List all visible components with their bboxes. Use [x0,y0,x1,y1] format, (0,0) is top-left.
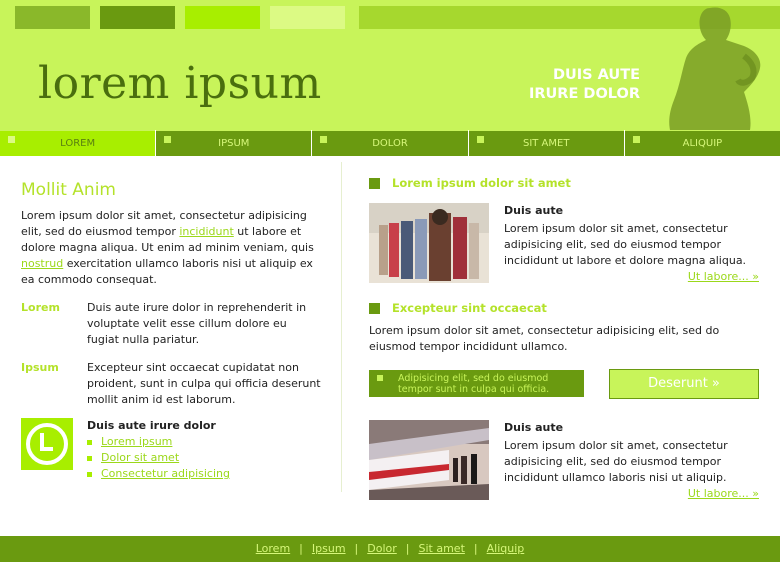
nav-item-lorem[interactable]: LOREM [0,130,156,156]
nav-label: SIT AMET [522,138,570,149]
color-swatch [270,6,345,29]
story-body: Lorem ipsum dolor sit amet, consectetur … [504,439,728,484]
text: exercitation ullamco laboris nisi ut ali… [21,257,313,286]
definition-term: Ipsum [21,361,59,374]
section-title: Mollit Anim [21,180,116,200]
definition-text: Excepteur sint occaecat cupidatat non pr… [87,361,321,406]
news-story: Duis aute Lorem ipsum dolor sit amet, co… [369,420,759,500]
section-title: Excepteur sint occaecat [392,301,547,315]
deserunt-button[interactable]: Deserunt » [609,369,759,399]
right-column: Lorem ipsum dolor sit amet Duis aute Lor… [369,175,759,500]
footer-link[interactable]: Sit amet [419,542,465,555]
quick-link[interactable]: Lorem ipsum [101,435,172,448]
quick-link[interactable]: Consectetur adipisicing [101,467,230,480]
tagline-line: IRURE DOLOR [528,86,640,102]
inline-link[interactable]: nostrud [21,257,63,270]
color-swatch [185,6,260,29]
quick-links: Duis aute irure dolor Lorem ipsum Dolor … [87,418,321,482]
column-divider [341,162,342,492]
nav-item-ipsum[interactable]: IPSUM [156,130,312,156]
section-header: Lorem ipsum dolor sit amet [369,175,759,191]
crowd-photo-image [369,203,489,283]
section-2: Excepteur sint occaecat Lorem ipsum dolo… [369,300,759,355]
header-tagline: DUIS AUTE IRURE DOLOR [529,66,640,104]
square-bullet-icon [369,302,380,314]
story-title: Duis aute [504,204,564,217]
nav-label: LOREM [60,138,96,149]
definition-text: Duis aute irure dolor in reprehenderit i… [87,301,307,346]
list-item: Dolor sit amet [87,450,321,466]
section-title: Lorem ipsum dolor sit amet [392,176,571,190]
left-column: Mollit Anim Lorem ipsum dolor sit amet, … [21,180,321,480]
color-swatch [100,6,175,29]
train-photo-image [369,420,489,500]
definition-item: Lorem Duis aute irure dolor in reprehend… [21,300,321,348]
news-story: Duis aute Lorem ipsum dolor sit amet, co… [369,203,759,283]
site-logo[interactable]: lorem ipsum [38,58,322,109]
nav-item-dolor[interactable]: DOLOR [312,130,468,156]
highlight-line: Adipisicing elit, sed do eiusmod [398,373,549,384]
nav-label: DOLOR [372,138,408,149]
woman-silhouette-image [669,7,761,130]
story-body: Lorem ipsum dolor sit amet, consectetur … [504,222,747,267]
square-bullet-icon [377,375,383,381]
inline-link[interactable]: incididunt [179,225,233,238]
footer-link[interactable]: Ipsum [312,542,346,555]
list-item: Lorem ipsum [87,434,321,450]
nav-item-sit-amet[interactable]: SIT AMET [468,130,624,156]
nav-bullet-icon [476,136,484,143]
highlight-line: tempor sunt in culpa qui officia. [398,384,550,395]
footer-separator: | [354,542,359,555]
clock-icon [21,418,73,470]
nav-label: ALIQUIP [682,138,723,149]
color-swatch [15,6,90,29]
list-item: Consectetur adipisicing [87,466,321,482]
section-header: Excepteur sint occaecat [369,300,759,316]
footer-separator: | [299,542,303,555]
nav-bullet-icon [164,136,172,143]
nav-bullet-icon [320,136,328,143]
section-body: Lorem ipsum dolor sit amet, consectetur … [369,324,720,353]
quick-link[interactable]: Dolor sit amet [101,451,179,464]
nav-bullet-icon [632,136,640,143]
main-nav: LOREM IPSUM DOLOR SIT AMET ALIQUIP [0,130,780,156]
square-bullet-icon [369,177,380,189]
nav-bullet-icon [8,136,15,143]
footer-separator: | [473,542,478,555]
footer-separator: | [405,542,410,555]
definition-term: Lorem [21,301,60,314]
story-text: Duis aute Lorem ipsum dolor sit amet, co… [504,203,759,285]
read-more-link[interactable]: Ut labore... » [504,269,759,285]
read-more-link[interactable]: Ut labore... » [504,486,759,502]
nav-item-aliquip[interactable]: ALIQUIP [624,130,780,156]
footer-link[interactable]: Lorem [256,542,290,555]
intro-paragraph: Lorem ipsum dolor sit amet, consectetur … [21,208,321,288]
header: lorem ipsum DUIS AUTE IRURE DOLOR [0,0,780,130]
tagline-line: DUIS AUTE [552,67,640,83]
definition-item: Ipsum Excepteur sint occaecat cupidatat … [21,360,321,408]
quick-links-title: Duis aute irure dolor [87,419,216,432]
highlight-box: Adipisicing elit, sed do eiusmod tempor … [369,370,584,397]
footer-link[interactable]: Aliquip [487,542,525,555]
nav-label: IPSUM [218,138,250,149]
story-title: Duis aute [504,421,564,434]
story-text: Duis aute Lorem ipsum dolor sit amet, co… [504,420,759,502]
footer-link[interactable]: Dolor [367,542,397,555]
footer-nav: Lorem | Ipsum | Dolor | Sit amet | Aliquip [0,536,780,562]
